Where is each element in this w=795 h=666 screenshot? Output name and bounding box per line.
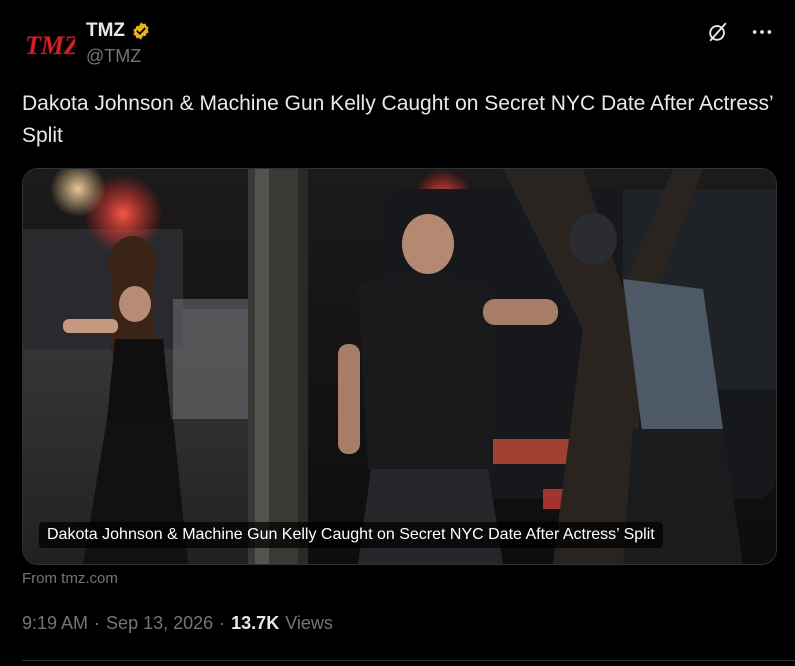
tweet-header: TMZ TMZ @TMZ — [22, 14, 782, 70]
author-names: TMZ @TMZ — [86, 18, 151, 67]
tweet-date[interactable]: Sep 13, 2026 — [106, 613, 213, 634]
svg-text:TMZ: TMZ — [25, 31, 75, 60]
more-options-icon[interactable] — [750, 20, 774, 44]
display-name-row: TMZ — [86, 18, 151, 44]
verified-badge-icon[interactable] — [131, 21, 151, 41]
meta-separator: · — [219, 613, 226, 633]
article-photo — [23, 169, 776, 564]
tweet-meta: 9:19 AM · Sep 13, 2026 · 13.7K Views — [22, 613, 333, 634]
views-label: Views — [285, 613, 333, 633]
handle[interactable]: @TMZ — [86, 46, 151, 67]
divider — [22, 660, 795, 661]
meta-separator: · — [94, 613, 101, 633]
tweet-time[interactable]: 9:19 AM — [22, 613, 88, 634]
media-caption: Dakota Johnson & Machine Gun Kelly Caugh… — [39, 522, 663, 548]
link-card-media[interactable]: Dakota Johnson & Machine Gun Kelly Caugh… — [22, 168, 777, 565]
views-count: 13.7K — [231, 613, 280, 633]
source-link[interactable]: From tmz.com — [22, 570, 118, 587]
grok-icon[interactable] — [706, 20, 730, 44]
avatar[interactable]: TMZ — [22, 26, 76, 64]
tweet-text: Dakota Johnson & Machine Gun Kelly Caugh… — [22, 92, 773, 147]
top-actions — [706, 20, 774, 44]
tmz-logo-icon: TMZ — [25, 31, 75, 60]
display-name[interactable]: TMZ — [86, 20, 125, 42]
